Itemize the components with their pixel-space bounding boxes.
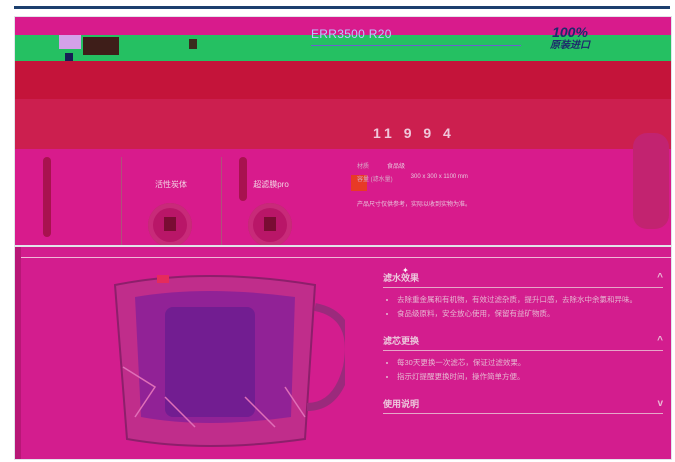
brand-mark-icon (83, 37, 119, 55)
product-icon (189, 39, 197, 49)
accordion-title: 滤芯更换 (383, 335, 420, 346)
accordion-header[interactable]: 使用说明 v (383, 393, 663, 414)
list-item: 每30天更换一次滤芯，保证过滤效果。 (397, 357, 663, 369)
spec-note: 产品尺寸仅供参考，实际以收到实物为准。 (357, 202, 472, 208)
cursor-icon: ✦ (402, 266, 409, 275)
model-label: ERR3500 R20 (311, 27, 521, 46)
small-badge-icon (65, 53, 73, 61)
accordion-title: 滤水效果 (383, 272, 420, 283)
feature-label: 活性炭体 (155, 180, 187, 189)
feature-label: 超滤膜pro (253, 180, 289, 189)
top-accent-bar (14, 6, 670, 9)
banner-red-band (15, 61, 671, 99)
spec-value: 300 x 300 x 1100 mm (410, 174, 468, 180)
feature-activated-carbon[interactable]: 活性炭体 (121, 157, 220, 245)
section-divider (15, 257, 671, 258)
hero-title: 11 9 9 4 (373, 125, 455, 141)
product-hero-card: ERR3500 R20 100% 原装进口 11 9 9 4 活性炭体 超滤膜p… (14, 16, 672, 246)
left-edge-bar (15, 247, 21, 459)
side-pitcher-handle (43, 157, 51, 237)
accordion-body: 每30天更换一次滤芯，保证过滤效果。 指示灯提醒更换时间，操作简单方便。 (383, 357, 663, 383)
chevron-down-icon: v (657, 397, 663, 409)
membrane-disc-icon (248, 203, 292, 245)
accordion-title: 使用说明 (383, 398, 420, 409)
accordion-item-effect: 滤水效果 ^ 去除重金属和有机物，有效过滤杂质，提升口感，去除水中余氯和异味。 … (383, 267, 663, 320)
accordion-item-replace: 滤芯更换 ^ 每30天更换一次滤芯，保证过滤效果。 指示灯提醒更换时间，操作简单… (383, 330, 663, 383)
carbon-disc-icon (148, 203, 192, 245)
pitcher-side-image (633, 133, 669, 229)
spec-value: 食品级 (387, 164, 406, 170)
accordion-header[interactable]: 滤水效果 ^ (383, 267, 663, 288)
promo-percent: 100% (552, 24, 588, 40)
chevron-up-icon: ^ (657, 334, 663, 346)
list-item: 指示灯提醒更换时间，操作简单方便。 (397, 371, 663, 383)
spec-label: 容量 (滤水量) (357, 177, 393, 183)
promo-badge: 100% 原装进口 (520, 25, 620, 51)
banner-crimson-band (15, 99, 671, 149)
chevron-up-icon: ^ (657, 271, 663, 283)
spec-panel: 材质 食品级 容量 (滤水量) 300 x 300 x 1100 mm 产品尺寸… (357, 157, 587, 245)
accordion-header[interactable]: 滤芯更换 ^ (383, 330, 663, 351)
spec-label: 材质 (357, 164, 370, 170)
pitcher-image (95, 267, 345, 447)
water-pitcher-icon (113, 275, 345, 447)
promo-text: 原装进口 (550, 40, 590, 51)
list-item: 食品级原料，安全放心使用，保留有益矿物质。 (397, 308, 663, 320)
brand-logo-icon (59, 35, 81, 49)
list-item: 去除重金属和有机物，有效过滤杂质，提升口感，去除水中余氯和异味。 (397, 294, 663, 306)
accordion-body: 去除重金属和有机物，有效过滤杂质，提升口感，去除水中余氯和异味。 食品级原料，安… (383, 294, 663, 320)
accordion-item-usage: 使用说明 v (383, 393, 663, 414)
accordion-list: 滤水效果 ^ 去除重金属和有机物，有效过滤杂质，提升口感，去除水中余氯和异味。 … (383, 267, 663, 424)
product-detail-section: 滤水效果 ^ 去除重金属和有机物，有效过滤杂质，提升口感，去除水中余氯和异味。 … (14, 246, 672, 460)
feature-ultrafiltration[interactable]: 超滤膜pro (221, 157, 320, 245)
